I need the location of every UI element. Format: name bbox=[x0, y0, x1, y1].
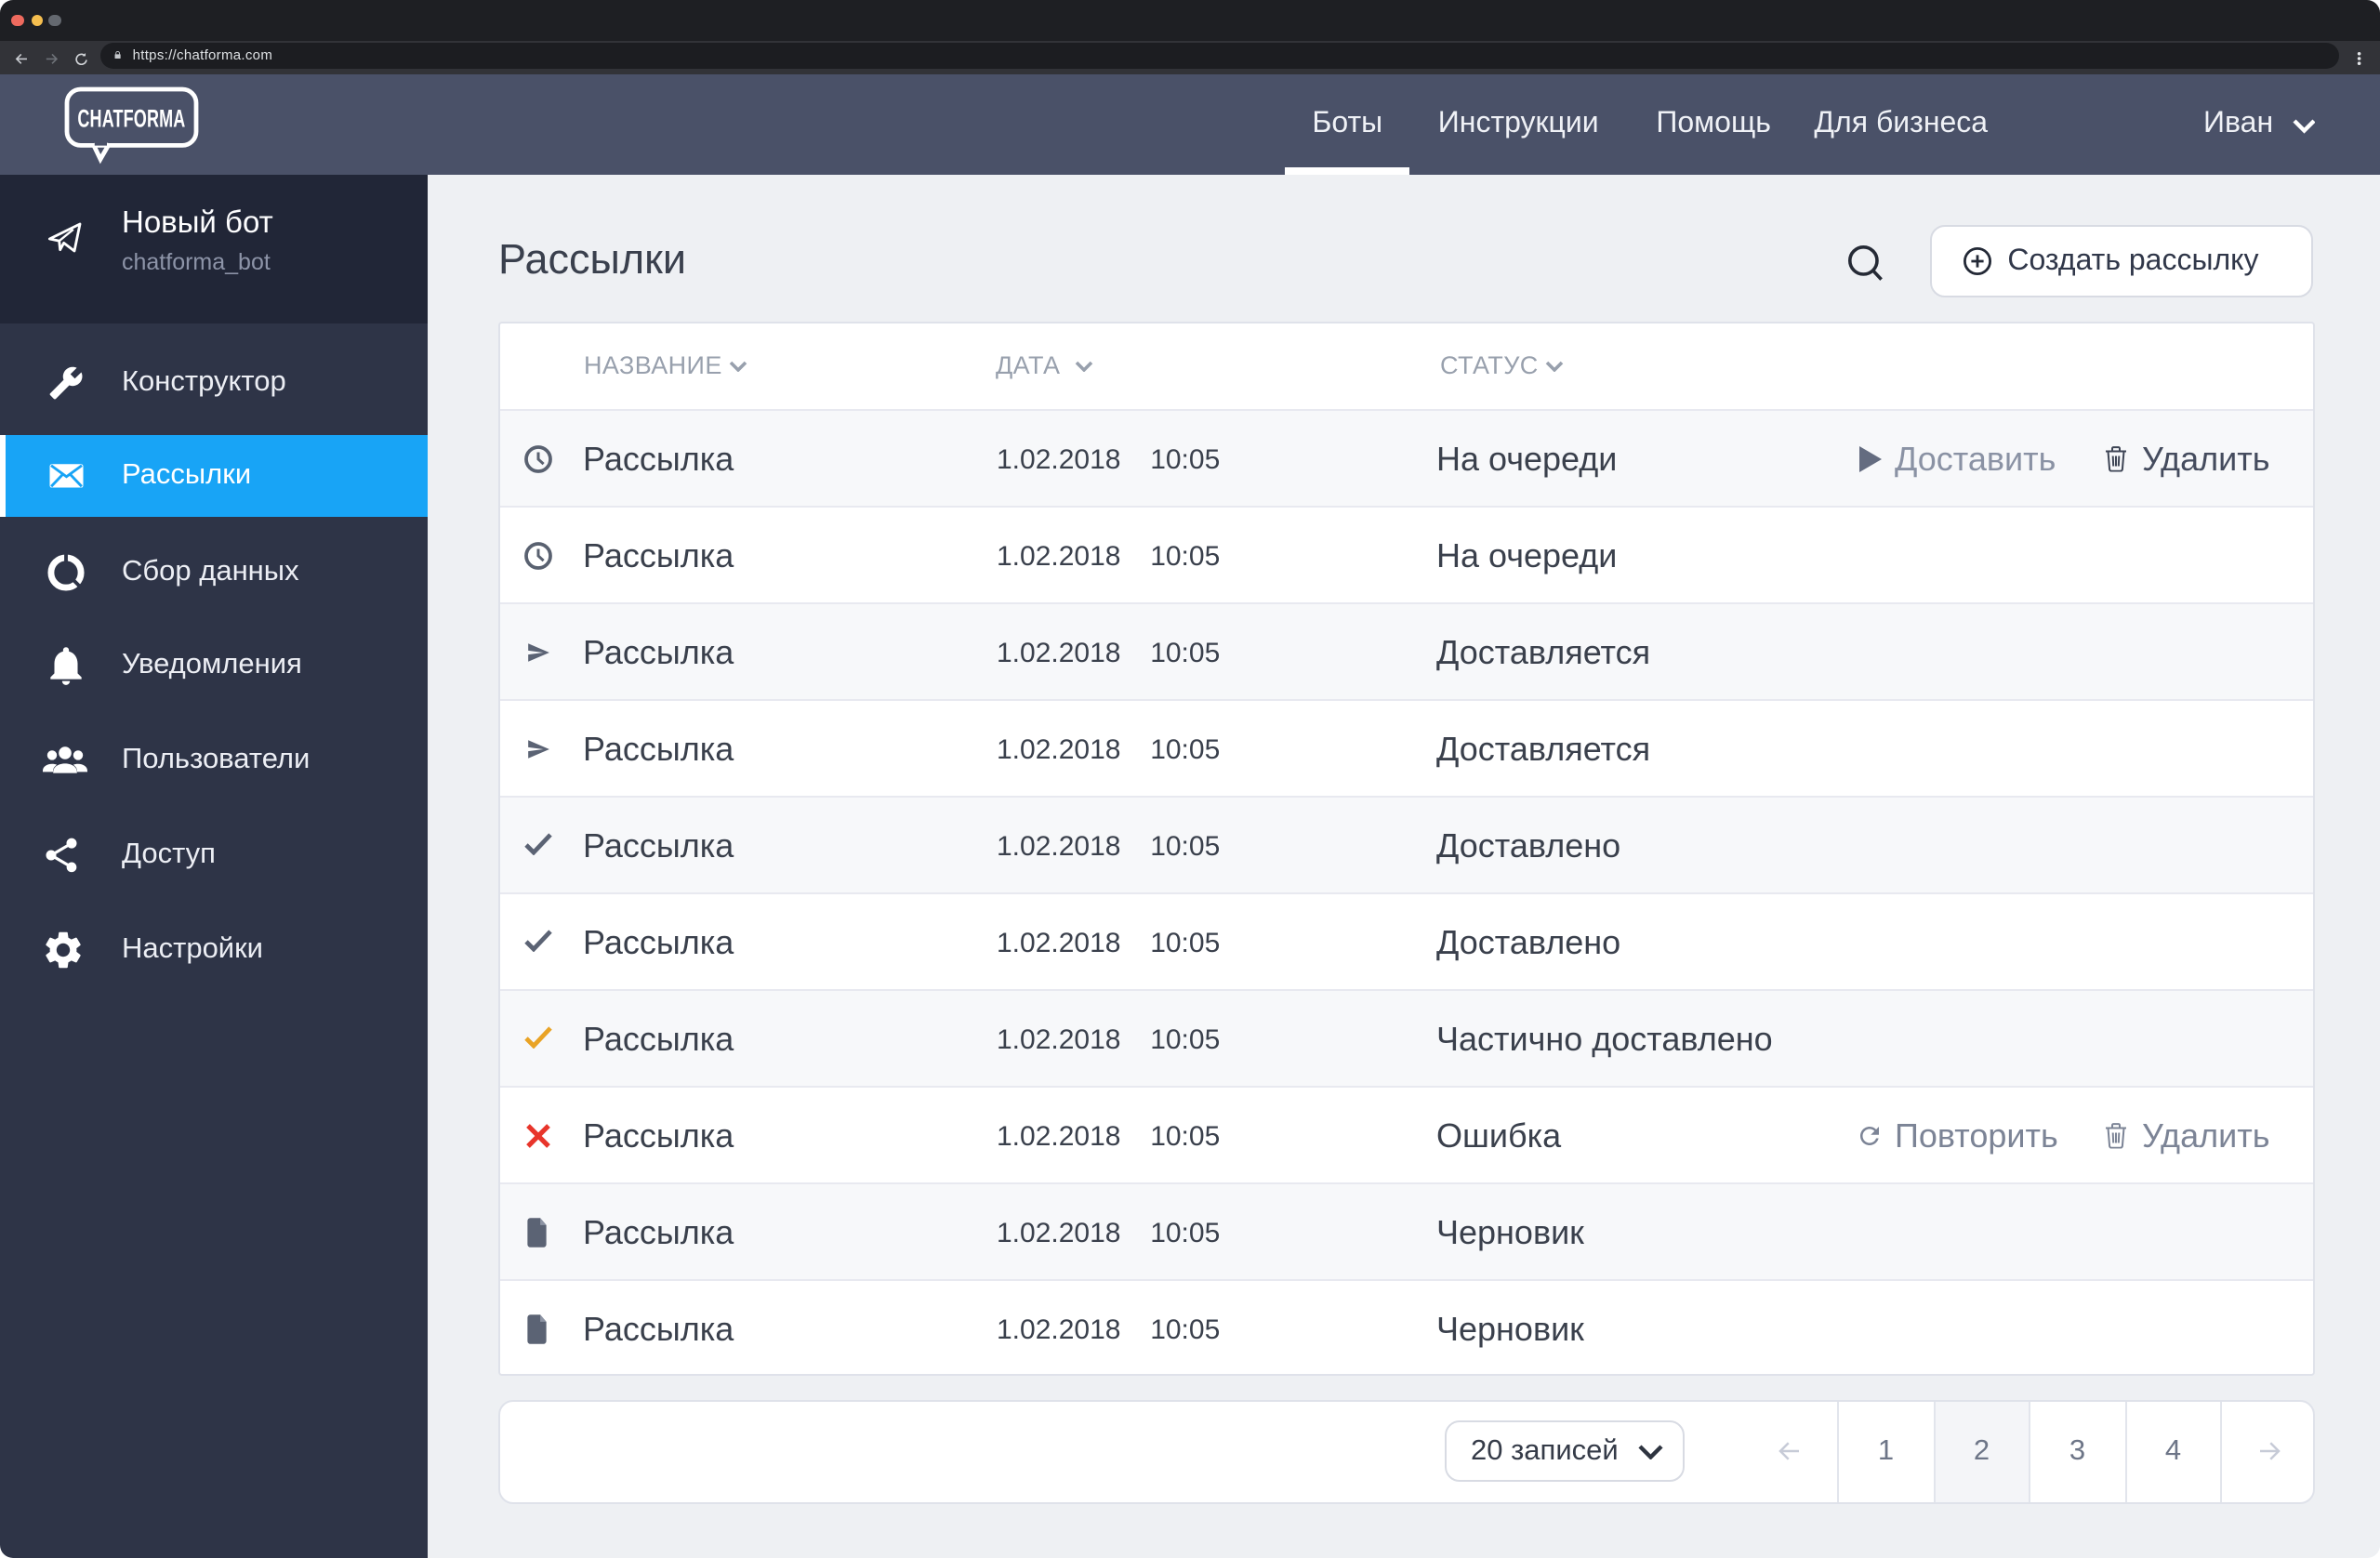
svg-text:CHATFORMA: CHATFORMA bbox=[77, 104, 185, 132]
